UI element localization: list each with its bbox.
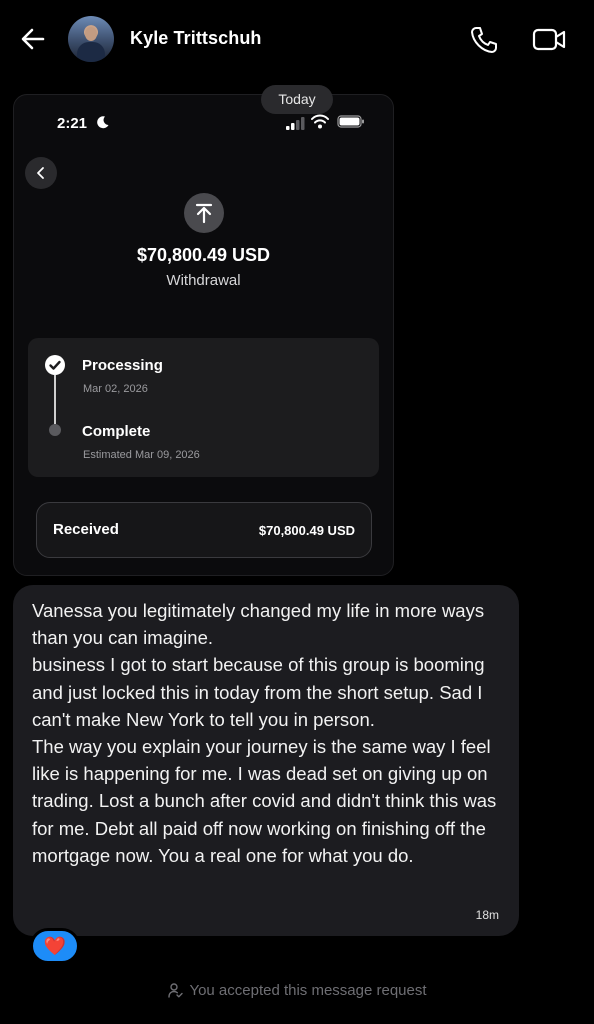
- person-check-icon: [168, 983, 184, 998]
- heart-icon: ❤️: [43, 936, 67, 956]
- contact-name[interactable]: Kyle Trittschuh: [130, 28, 262, 49]
- step-title: Processing: [82, 357, 163, 374]
- step-date: Estimated Mar 09, 2026: [83, 449, 200, 461]
- request-notice-text: You accepted this message request: [189, 982, 427, 999]
- date-separator: Today: [261, 85, 333, 114]
- message-timestamp: 18m: [475, 908, 499, 922]
- checkmark-icon: [49, 360, 61, 370]
- shared-image[interactable]: 2:21 $70,800.49 USD Withdrawal Processin…: [13, 94, 394, 576]
- message-text: Vanessa you legitimately changed my life…: [32, 600, 497, 866]
- back-button[interactable]: [18, 24, 48, 54]
- timeline-line: [54, 375, 56, 424]
- step-date: Mar 02, 2026: [83, 383, 148, 395]
- status-timeline: Processing Mar 02, 2026 Complete Estimat…: [28, 338, 379, 477]
- avatar[interactable]: [68, 16, 114, 62]
- phone-icon: [471, 27, 497, 53]
- battery-icon: [337, 115, 364, 128]
- wifi-icon: [311, 114, 329, 129]
- video-camera-icon: [532, 28, 566, 51]
- received-label: Received: [53, 521, 119, 538]
- step-title: Complete: [82, 423, 151, 440]
- message-request-notice: You accepted this message request: [0, 982, 594, 999]
- moon-icon: [97, 116, 109, 129]
- message-bubble[interactable]: Vanessa you legitimately changed my life…: [13, 585, 519, 936]
- withdrawal-amount: $70,800.49 USD: [136, 245, 271, 265]
- transaction-type: Withdrawal: [166, 272, 241, 289]
- check-circle: [45, 355, 65, 375]
- received-amount: $70,800.49 USD: [258, 523, 355, 538]
- chevron-left-icon: [37, 167, 44, 179]
- pending-dot: [49, 424, 61, 436]
- heart-reaction[interactable]: ❤️: [30, 928, 80, 964]
- inner-back-button: [25, 157, 57, 189]
- call-button[interactable]: [468, 24, 500, 56]
- arrow-up-icon: [195, 203, 213, 224]
- chat-header: Kyle Trittschuh: [0, 0, 594, 78]
- signal-icon: [286, 117, 305, 130]
- arrow-left-icon: [21, 28, 45, 50]
- video-call-button[interactable]: [532, 26, 568, 54]
- status-bar-time: 2:21: [57, 115, 88, 132]
- withdrawal-icon-circle: [184, 193, 224, 233]
- received-summary: Received $70,800.49 USD: [36, 502, 372, 558]
